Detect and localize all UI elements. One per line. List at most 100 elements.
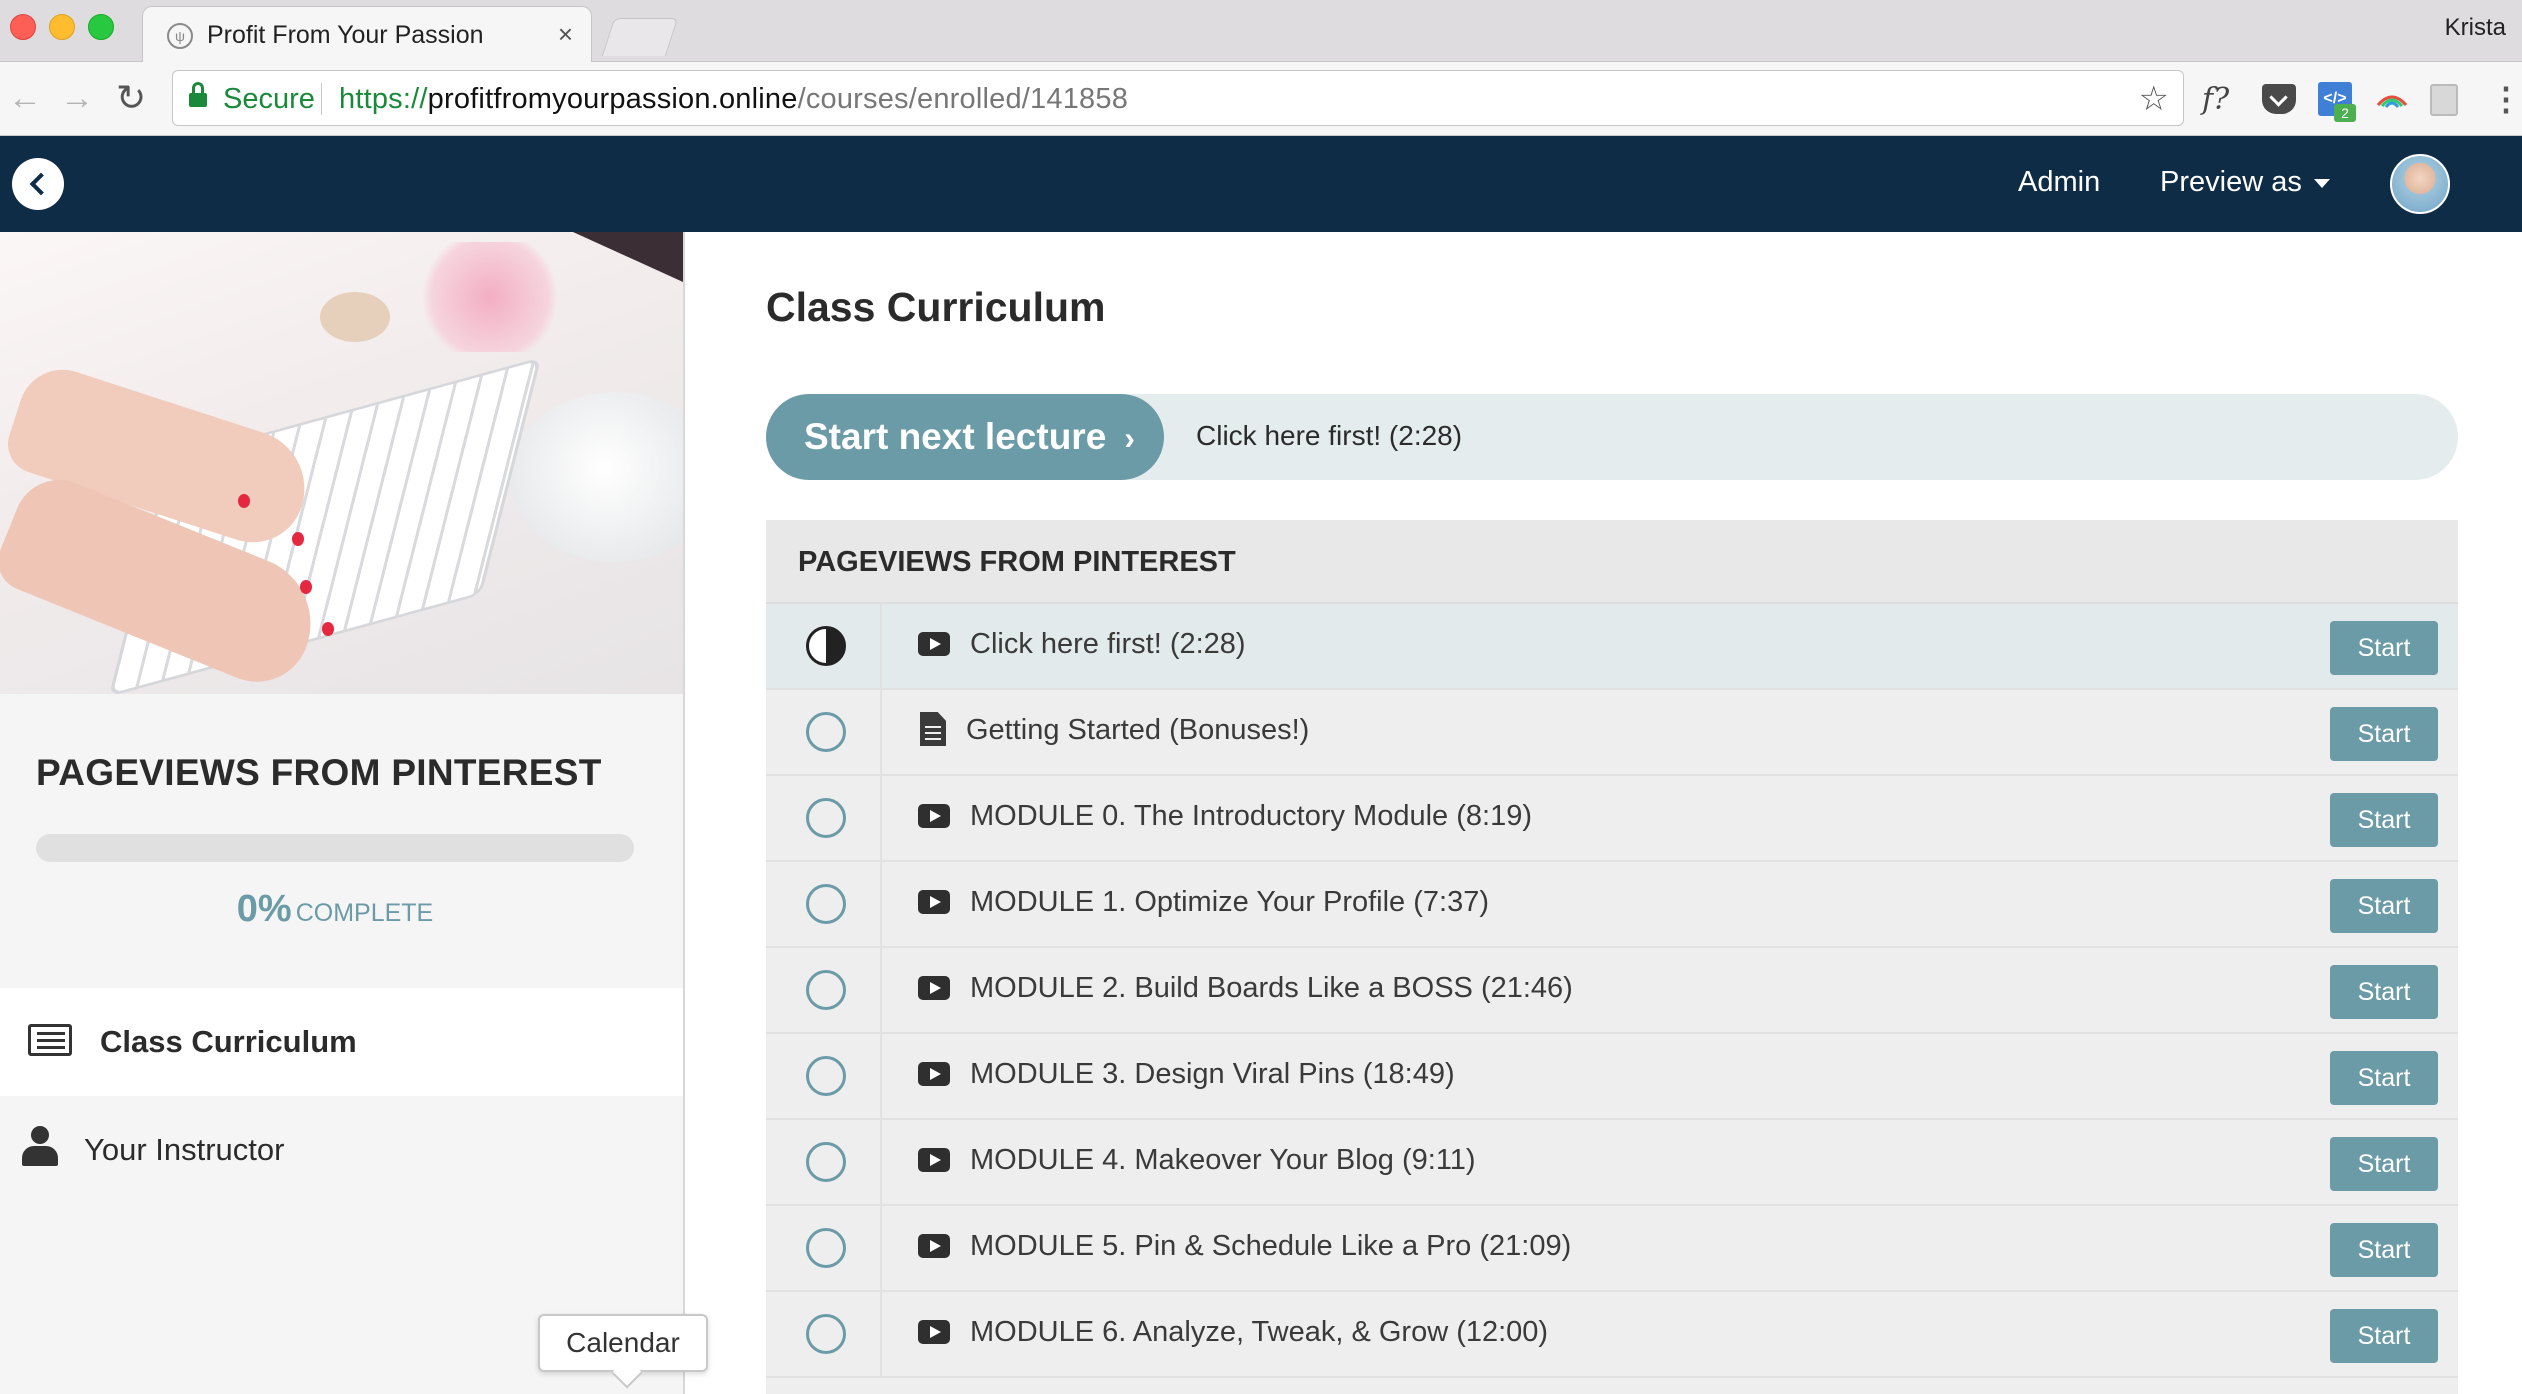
lecture-title[interactable]: MODULE 4. Makeover Your Blog (9:11) [970, 1144, 1476, 1177]
lecture-row[interactable]: MODULE 5. Pin & Schedule Like a Pro (21:… [766, 1206, 2458, 1292]
video-play-icon [918, 1320, 950, 1344]
lecture-title[interactable]: MODULE 2. Build Boards Like a BOSS (21:4… [970, 972, 1573, 1005]
sidebar-item-class-curriculum[interactable]: Class Curriculum [0, 988, 683, 1096]
video-play-icon [918, 1234, 950, 1258]
lecture-row[interactable]: Click here first! (2:28) Start [766, 604, 2458, 690]
admin-link[interactable]: Admin [2018, 166, 2100, 199]
video-play-icon [918, 632, 950, 656]
site-favicon-icon: ψ [167, 23, 193, 49]
browser-profile-name[interactable]: Krista [2445, 14, 2506, 42]
url-host: profitfromyourpassion.online [427, 83, 798, 115]
next-lecture-bar: Start next lecture › Click here first! (2… [766, 394, 2458, 480]
next-lecture-title[interactable]: Click here first! (2:28) [1196, 420, 1462, 452]
secure-label: Secure [223, 83, 315, 115]
forward-arrow-icon[interactable]: → [60, 78, 94, 118]
user-icon [22, 1126, 58, 1166]
chevron-right-icon: › [1124, 420, 1135, 456]
preview-as-dropdown[interactable]: Preview as [2160, 166, 2330, 199]
app-header: Admin Preview as [0, 136, 2522, 232]
video-play-icon [918, 890, 950, 914]
empty-circle-icon [806, 1228, 846, 1268]
video-play-icon [918, 1062, 950, 1086]
sidebar-item-label: Your Instructor [84, 1132, 285, 1167]
url-divider [321, 83, 322, 115]
progress-percent: 0% [236, 888, 292, 930]
caret-down-icon [2313, 178, 2330, 188]
lock-icon [189, 82, 207, 108]
page-title: Class Curriculum [766, 284, 1106, 330]
lecture-row[interactable]: MODULE 2. Build Boards Like a BOSS (21:4… [766, 948, 2458, 1034]
progress-label: 0% COMPLETE [0, 888, 670, 931]
bookmark-star-icon[interactable]: ☆ [2139, 79, 2169, 119]
address-bar[interactable]: Secure https://profitfromyourpassion.onl… [172, 70, 2184, 126]
browser-menu-icon[interactable]: ⋮ [2490, 80, 2522, 118]
lecture-title[interactable]: Click here first! (2:28) [970, 628, 1246, 661]
empty-circle-icon [806, 1056, 846, 1096]
start-button[interactable]: Start [2330, 621, 2438, 675]
course-sidebar: PAGEVIEWS FROM PINTEREST 0% COMPLETE Clas… [0, 232, 685, 1394]
course-title: PAGEVIEWS FROM PINTEREST [36, 752, 602, 793]
empty-circle-icon [806, 712, 846, 752]
back-arrow-icon[interactable]: ← [8, 78, 42, 118]
lecture-title[interactable]: MODULE 6. Analyze, Tweak, & Grow (12:00) [970, 1316, 1548, 1349]
start-next-lecture-button[interactable]: Start next lecture › [766, 394, 1164, 480]
browser-tab[interactable]: ψ Profit From Your Passion × [142, 6, 592, 63]
lecture-title[interactable]: MODULE 0. The Introductory Module (8:19) [970, 800, 1532, 833]
start-button[interactable]: Start [2330, 1309, 2438, 1363]
start-button[interactable]: Start [2330, 1051, 2438, 1105]
sidebar-item-label: Class Curriculum [100, 1024, 357, 1059]
start-button[interactable]: Start [2330, 1223, 2438, 1277]
progress-bar [36, 834, 634, 862]
empty-circle-icon [806, 798, 846, 838]
half-circle-progress-icon [806, 626, 846, 666]
preview-as-label: Preview as [2160, 166, 2302, 198]
lecture-title[interactable]: MODULE 3. Design Viral Pins (18:49) [970, 1058, 1455, 1091]
browser-toolbar: ← → ↻ Secure https://profitfromyourpassi… [0, 62, 2522, 136]
start-button[interactable]: Start [2330, 793, 2438, 847]
lecture-row[interactable]: MODULE 4. Makeover Your Blog (9:11) Star… [766, 1120, 2458, 1206]
start-next-lecture-label: Start next lecture [804, 416, 1107, 457]
lecture-row[interactable]: MODULE 1. Optimize Your Profile (7:37) S… [766, 862, 2458, 948]
tab-close-icon[interactable]: × [558, 19, 573, 50]
sidebar-item-your-instructor[interactable]: Your Instructor [0, 1096, 683, 1204]
tab-title: Profit From Your Passion [207, 21, 484, 49]
section-title: PAGEVIEWS FROM PINTEREST [798, 546, 1236, 578]
lecture-row[interactable]: MODULE 3. Design Viral Pins (18:49) Star… [766, 1034, 2458, 1120]
new-tab-button[interactable] [601, 18, 679, 56]
window-minimize-button[interactable] [49, 14, 75, 40]
lecture-row[interactable]: Getting Started (Bonuses!) Start [766, 690, 2458, 776]
lecture-title[interactable]: MODULE 1. Optimize Your Profile (7:37) [970, 886, 1489, 919]
url-path: /courses/enrolled/141858 [797, 83, 1129, 115]
start-button[interactable]: Start [2330, 707, 2438, 761]
start-button[interactable]: Start [2330, 1137, 2438, 1191]
chevron-left-icon [29, 172, 53, 196]
lecture-title[interactable]: Getting Started (Bonuses!) [966, 714, 1309, 747]
url-text[interactable]: https://profitfromyourpassion.online/cou… [339, 83, 1128, 116]
start-button[interactable]: Start [2330, 879, 2438, 933]
start-button[interactable]: Start [2330, 965, 2438, 1019]
video-play-icon [918, 976, 950, 1000]
lecture-row[interactable]: MODULE 6. Analyze, Tweak, & Grow (12:00)… [766, 1292, 2458, 1378]
lecture-title[interactable]: MODULE 5. Pin & Schedule Like a Pro (21:… [970, 1230, 1571, 1263]
extension-badge: 2 [2334, 104, 2356, 122]
back-button[interactable] [12, 158, 64, 210]
extension-font-icon[interactable]: f? [2202, 80, 2229, 118]
curriculum-section: PAGEVIEWS FROM PINTEREST Click here firs… [766, 520, 2458, 1394]
calendar-tooltip: Calendar [538, 1314, 708, 1372]
rainbow-extension-icon[interactable] [2374, 80, 2410, 118]
video-play-icon [918, 1148, 950, 1172]
window-close-button[interactable] [10, 14, 36, 40]
user-avatar[interactable] [2390, 154, 2450, 214]
progress-word: COMPLETE [295, 899, 434, 927]
window-zoom-button[interactable] [88, 14, 114, 40]
empty-circle-icon [806, 884, 846, 924]
empty-circle-icon [806, 970, 846, 1010]
clipboard-extension-icon[interactable] [2430, 84, 2458, 116]
empty-circle-icon [806, 1142, 846, 1182]
lecture-row[interactable]: MODULE 0. The Introductory Module (8:19)… [766, 776, 2458, 862]
reload-icon[interactable]: ↻ [116, 78, 146, 118]
pocket-extension-icon[interactable] [2262, 84, 2296, 114]
list-icon [28, 1024, 72, 1056]
course-hero-image [0, 232, 683, 694]
empty-circle-icon [806, 1314, 846, 1354]
